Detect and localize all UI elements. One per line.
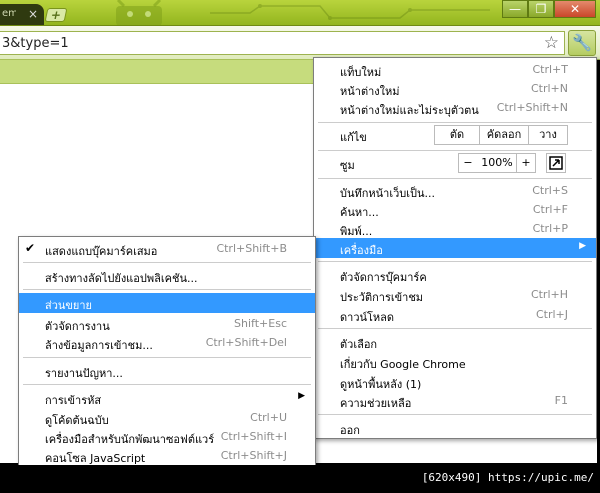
submenu-arrow-icon: ▶: [298, 391, 305, 401]
menu-separator: [23, 384, 311, 385]
menu-separator: [318, 150, 592, 151]
menu-item-encoding[interactable]: การเข้ารหัส ▶: [19, 388, 315, 408]
browser-toolbar: 3&type=1 ☆ 🔧: [0, 26, 600, 60]
cut-button[interactable]: ตัด: [434, 125, 480, 145]
url-text[interactable]: 3&type=1: [2, 36, 69, 51]
menu-item-exit[interactable]: ออก: [314, 418, 596, 438]
submenu-arrow-icon: ▶: [579, 241, 586, 251]
menu-item-history[interactable]: ประวัติการเข้าชม Ctrl+H: [314, 285, 596, 305]
menu-item-new-window[interactable]: หน้าต่างใหม่ Ctrl+N: [314, 79, 596, 99]
menu-separator: [23, 262, 311, 263]
menu-separator: [318, 414, 592, 415]
menu-item-task-manager[interactable]: ตัวจัดการงาน Shift+Esc: [19, 314, 315, 334]
menu-row-edit: แก้ไข ตัด คัดลอก วาง: [314, 125, 596, 147]
copy-button[interactable]: คัดลอก: [479, 125, 529, 145]
menu-item-tools[interactable]: เครื่องมือ ▶: [314, 238, 596, 258]
window-controls: — ❐ ✕: [502, 0, 596, 18]
menu-item-background-pages[interactable]: ดูหน้าพื้นหลัง (1): [314, 372, 596, 392]
watermark-text: [620x490] https://upic.me/: [421, 471, 594, 484]
zoom-out-button[interactable]: −: [458, 153, 478, 173]
tools-submenu: ✔ แสดงแถบบุ๊คมาร์คเสมอ Ctrl+Shift+B สร้า…: [18, 236, 316, 467]
menu-item-create-app-shortcut[interactable]: สร้างทางลัดไปยังแอปพลิเคชัน...: [19, 266, 315, 286]
close-window-button[interactable]: ✕: [554, 0, 596, 18]
menu-separator: [318, 261, 592, 262]
menu-item-new-tab[interactable]: แท็บใหม่ Ctrl+T: [314, 60, 596, 80]
menu-item-extensions[interactable]: ส่วนขยาย: [19, 293, 315, 313]
menu-item-about-chrome[interactable]: เกี่ยวกับ Google Chrome: [314, 352, 596, 372]
tab-title: em: [2, 8, 16, 19]
menu-separator: [318, 328, 592, 329]
menu-item-options[interactable]: ตัวเลือก: [314, 332, 596, 352]
menu-item-print[interactable]: พิมพ์... Ctrl+P: [314, 219, 596, 239]
menu-item-bookmark-manager[interactable]: ตัวจัดการบุ๊คมาร์ค: [314, 265, 596, 285]
menu-item-clear-browsing-data[interactable]: ล้างข้อมูลการเข้าชม... Ctrl+Shift+Del: [19, 333, 315, 353]
edit-label: แก้ไข: [340, 131, 367, 144]
menu-item-downloads[interactable]: ดาวน์โหลด Ctrl+J: [314, 305, 596, 325]
new-tab-button[interactable]: +: [44, 8, 68, 22]
zoom-in-button[interactable]: +: [516, 153, 536, 173]
wrench-menu: แท็บใหม่ Ctrl+T หน้าต่างใหม่ Ctrl+N หน้าต่…: [313, 57, 597, 439]
menu-item-find[interactable]: ค้นหา... Ctrl+F: [314, 200, 596, 220]
menu-item-show-bookmarks-bar[interactable]: ✔ แสดงแถบบุ๊คมาร์คเสมอ Ctrl+Shift+B: [19, 239, 315, 259]
menu-item-developer-tools[interactable]: เครื่องมือสำหรับนักพัฒนาซอฟต์แวร์ Ctrl+Sh…: [19, 427, 315, 447]
menu-item-incognito-window[interactable]: หน้าต่างใหม่และไม่ระบุตัวตน Ctrl+Shift+N: [314, 98, 596, 118]
menu-separator: [23, 357, 311, 358]
menu-separator: [23, 289, 311, 290]
fullscreen-icon: [549, 156, 563, 170]
title-bar: em × + — ❐ ✕: [0, 0, 600, 26]
theme-circuit-pattern: [210, 4, 490, 20]
menu-item-report-issue[interactable]: รายงานปัญหา...: [19, 361, 315, 381]
menu-item-view-source[interactable]: ดูโค้ดต้นฉบับ Ctrl+U: [19, 408, 315, 428]
zoom-level: 100%: [477, 153, 517, 173]
image-footer: [620x490] https://upic.me/: [0, 465, 600, 493]
menu-item-help[interactable]: ความช่วยเหลือ F1: [314, 391, 596, 411]
fullscreen-button[interactable]: [546, 153, 566, 173]
maximize-button[interactable]: ❐: [528, 0, 554, 18]
wrench-icon: 🔧: [572, 33, 592, 52]
menu-row-zoom: ซูม − 100% +: [314, 153, 596, 175]
zoom-label: ซูม: [340, 159, 355, 172]
checkmark-icon: ✔: [25, 241, 36, 255]
browser-tab[interactable]: em ×: [0, 4, 44, 25]
paste-button[interactable]: วาง: [528, 125, 568, 145]
bookmark-star-icon[interactable]: ☆: [544, 33, 559, 53]
wrench-menu-button[interactable]: 🔧: [568, 30, 596, 56]
menu-item-save-page[interactable]: บันทึกหน้าเว็บเป็น... Ctrl+S: [314, 181, 596, 201]
page-header-strip: [0, 60, 320, 84]
minimize-button[interactable]: —: [502, 0, 528, 18]
address-bar[interactable]: 3&type=1 ☆: [0, 31, 565, 55]
menu-separator: [318, 178, 592, 179]
menu-separator: [318, 122, 592, 123]
menu-item-javascript-console[interactable]: คอนโซล JavaScript Ctrl+Shift+J: [19, 446, 315, 466]
android-theme-logo: [116, 0, 162, 25]
tab-close-icon[interactable]: ×: [28, 7, 38, 21]
